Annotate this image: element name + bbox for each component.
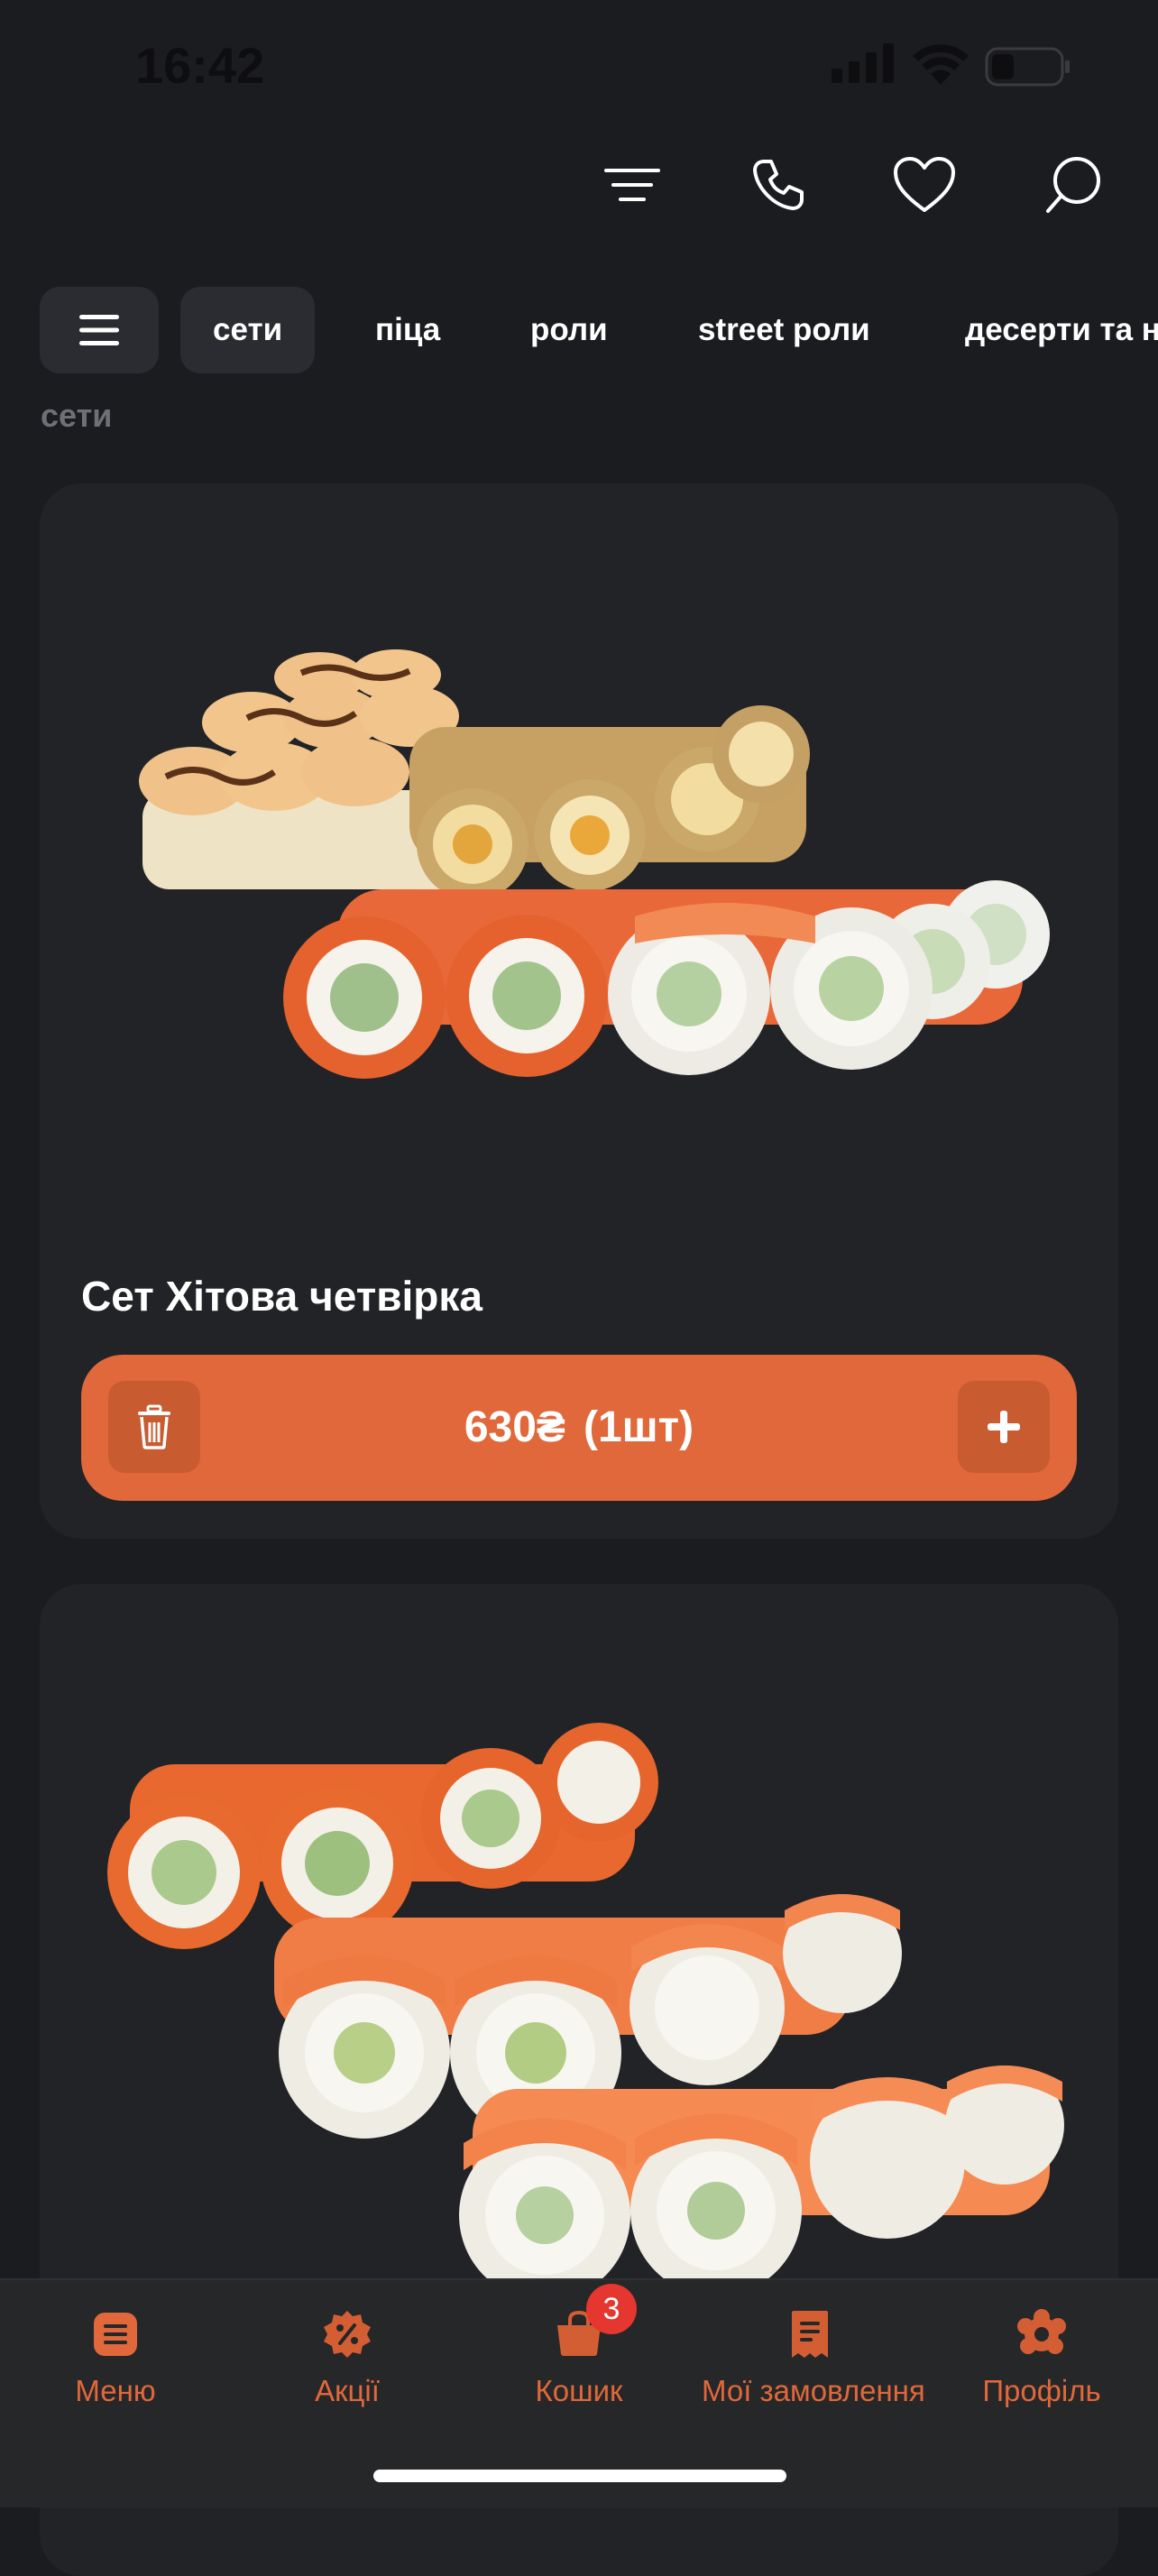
- nav-label-profile: Профіль: [982, 2374, 1101, 2407]
- tab-rolls[interactable]: роли: [530, 287, 608, 373]
- hamburger-menu-button[interactable]: [40, 287, 159, 373]
- sort-icon[interactable]: [592, 144, 673, 225]
- tab-desserts-drinks[interactable]: десерти та напої: [965, 287, 1158, 373]
- plus-icon: [988, 1411, 1020, 1443]
- heart-icon[interactable]: [884, 144, 965, 225]
- section-title: сети: [41, 397, 113, 434]
- menu-book-icon: [88, 2307, 142, 2361]
- status-time: 16:42: [135, 37, 265, 94]
- cart-quantity-control: 630₴ (1шт): [81, 1355, 1077, 1501]
- salmon-rolls: [283, 880, 1050, 1079]
- cart-badge: 3: [586, 2284, 637, 2334]
- product-quantity: (1шт): [583, 1403, 694, 1451]
- sushi-set-image: [107, 1723, 1064, 2301]
- price-label: 630₴ (1шт): [81, 1355, 1077, 1501]
- add-to-cart-button[interactable]: [958, 1381, 1050, 1473]
- nav-label-my-orders: Мої замовлення: [702, 2374, 925, 2407]
- nav-item-profile[interactable]: Профіль: [933, 2307, 1150, 2408]
- nav-label-promotions: Акції: [315, 2374, 380, 2407]
- category-tabs: сети піца роли street роли десерти та на…: [0, 287, 1158, 373]
- discount-icon: [320, 2307, 374, 2361]
- cellular-signal-icon: [832, 43, 894, 83]
- tab-street-rolls[interactable]: street роли: [698, 287, 870, 373]
- profile-icon: [1015, 2307, 1069, 2361]
- product-name: Сет Хітова четвірка: [81, 1273, 482, 1320]
- philadelphia-rolls: [459, 2065, 1064, 2301]
- search-icon[interactable]: [1032, 144, 1113, 225]
- hamburger-icon: [79, 315, 119, 345]
- nav-item-my-orders[interactable]: Мої замовлення: [702, 2307, 925, 2408]
- product-price: 630₴: [464, 1403, 565, 1451]
- tab-pizza[interactable]: піца: [375, 287, 440, 373]
- wifi-icon: [913, 44, 969, 85]
- nav-label-cart: Кошик: [535, 2374, 623, 2407]
- home-indicator[interactable]: [373, 2470, 786, 2482]
- header-toolbar: [0, 144, 1158, 235]
- phone-icon[interactable]: [738, 144, 819, 225]
- sushi-set-image: [139, 649, 1050, 1079]
- nav-item-menu[interactable]: Меню: [7, 2307, 224, 2408]
- cart-icon: 3: [552, 2284, 637, 2361]
- tab-sets[interactable]: сети: [180, 287, 316, 373]
- product-card[interactable]: Сет Хітова четвірка 630₴ (1шт): [40, 483, 1118, 1539]
- tempura-rolls: [409, 705, 810, 900]
- battery-icon: [985, 47, 1070, 87]
- receipt-icon: [783, 2307, 837, 2361]
- nav-item-cart[interactable]: 3 Кошик: [471, 2284, 687, 2408]
- nav-label-menu: Меню: [75, 2374, 156, 2407]
- nav-item-promotions[interactable]: Акції: [239, 2307, 455, 2408]
- tobiko-rolls: [107, 1723, 658, 1949]
- status-bar: 16:42: [0, 0, 1158, 135]
